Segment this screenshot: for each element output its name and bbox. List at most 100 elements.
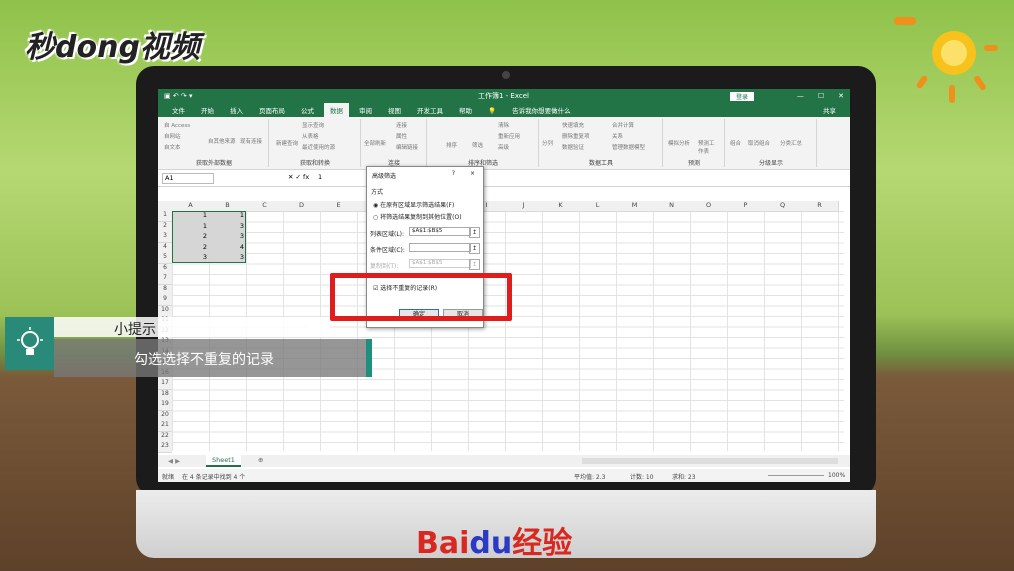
row-header[interactable]: 17 <box>158 379 172 390</box>
column-header[interactable]: O <box>690 201 728 212</box>
collapse-dialog-icon[interactable]: ↥ <box>469 227 480 238</box>
row-header[interactable]: 18 <box>158 389 172 401</box>
row-header[interactable]: 22 <box>158 431 172 443</box>
filter-button[interactable]: 筛选 <box>472 141 483 149</box>
tab-developer[interactable]: 开发工具 <box>411 103 449 117</box>
connections-button[interactable]: 连接 <box>396 121 407 129</box>
tab-data[interactable]: 数据 <box>324 103 349 117</box>
row-header[interactable]: 19 <box>158 400 172 411</box>
column-header[interactable]: E <box>320 201 358 212</box>
collapse-dialog-icon[interactable]: ↥ <box>469 259 480 270</box>
sort-button[interactable]: 排序 <box>446 141 457 149</box>
clear-button[interactable]: 清除 <box>498 121 509 129</box>
save-icon[interactable]: ▣ ↶ ↷ ▾ <box>164 92 193 100</box>
fx-icon[interactable]: ✕ ✓ fx <box>288 173 309 181</box>
column-header[interactable]: C <box>246 201 284 212</box>
table-cell[interactable]: 4 <box>209 243 246 253</box>
row-header[interactable]: 9 <box>158 295 172 306</box>
tab-home[interactable]: 开始 <box>195 103 220 117</box>
tab-page-layout[interactable]: 页面布局 <box>253 103 291 117</box>
zoom-slider[interactable] <box>768 475 824 476</box>
table-cell[interactable]: 1 <box>209 211 246 221</box>
data-validation-button[interactable]: 数据验证 <box>562 143 584 151</box>
manage-data-model-button[interactable]: 管理数据模型 <box>612 143 645 151</box>
advanced-button[interactable]: 高级 <box>498 143 509 151</box>
remove-duplicates-button[interactable]: 删除重复项 <box>562 132 590 140</box>
collapse-dialog-icon[interactable]: ↥ <box>469 243 480 254</box>
radio-copy-to[interactable]: ○ 将筛选结果复制到其他位置(O) <box>373 212 462 221</box>
flash-fill-button[interactable]: 快速填充 <box>562 121 584 129</box>
from-access-button[interactable]: 自 Access <box>164 121 190 129</box>
properties-button[interactable]: 属性 <box>396 132 407 140</box>
tab-review[interactable]: 审阅 <box>353 103 378 117</box>
radio-in-place[interactable]: ◉ 在原有区域显示筛选结果(F) <box>373 200 454 209</box>
criteria-range-input[interactable] <box>409 243 471 252</box>
table-cell[interactable]: 3 <box>209 253 246 263</box>
column-header[interactable]: N <box>653 201 691 212</box>
share-button[interactable]: 共享 <box>817 103 842 117</box>
column-header[interactable]: D <box>283 201 321 212</box>
tab-insert[interactable]: 插入 <box>224 103 249 117</box>
sheet-tab-sheet1[interactable]: Sheet1 <box>206 455 241 467</box>
row-header[interactable]: 6 <box>158 263 172 275</box>
show-queries-button[interactable]: 显示查询 <box>302 121 324 129</box>
help-icon[interactable]: ? <box>452 170 455 177</box>
text-to-columns-button[interactable]: 分列 <box>542 139 553 147</box>
maximize-icon[interactable]: ☐ <box>818 92 824 100</box>
column-header[interactable]: L <box>579 201 617 212</box>
tab-formulas[interactable]: 公式 <box>295 103 320 117</box>
row-header[interactable]: 1 <box>158 211 172 222</box>
existing-connections-button[interactable]: 现有连接 <box>240 137 262 145</box>
consolidate-button[interactable]: 合并计算 <box>612 121 634 129</box>
close-icon[interactable]: ✕ <box>838 92 844 100</box>
from-other-sources-button[interactable]: 自其他来源 <box>208 137 236 145</box>
row-header[interactable]: 5 <box>158 253 172 264</box>
table-cell[interactable]: 2 <box>172 232 209 242</box>
row-header[interactable]: 7 <box>158 274 172 285</box>
tab-file[interactable]: 文件 <box>166 103 191 117</box>
new-query-button[interactable]: 新建查询 <box>276 139 298 147</box>
sheet-nav-icon[interactable]: ◀ ▶ <box>168 457 180 465</box>
subtotal-button[interactable]: 分类汇总 <box>780 139 802 147</box>
table-cell[interactable]: 1 <box>172 222 209 232</box>
refresh-all-button[interactable]: 全部刷新 <box>364 139 386 147</box>
row-header[interactable]: 21 <box>158 421 172 432</box>
from-table-button[interactable]: 从表格 <box>302 132 319 140</box>
row-header[interactable]: 2 <box>158 221 172 233</box>
column-header[interactable]: R <box>801 201 839 212</box>
what-if-analysis-button[interactable]: 模拟分析 <box>668 139 690 147</box>
table-cell[interactable]: 1 <box>172 211 209 221</box>
list-range-input[interactable]: $A$1:$B$5 <box>409 227 471 236</box>
table-cell[interactable]: 3 <box>172 253 209 263</box>
forecast-sheet-button[interactable]: 预测工作表 <box>698 139 718 155</box>
table-cell[interactable]: 3 <box>209 222 246 232</box>
column-header[interactable]: M <box>616 201 654 212</box>
login-button[interactable]: 登录 <box>730 91 755 101</box>
ungroup-button[interactable]: 取消组合 <box>748 139 770 147</box>
zoom-level[interactable]: 100% <box>828 472 845 479</box>
from-text-button[interactable]: 自文本 <box>164 143 181 151</box>
tab-help[interactable]: 帮助 <box>453 103 478 117</box>
row-header[interactable]: 4 <box>158 242 172 254</box>
tab-view[interactable]: 视图 <box>382 103 407 117</box>
table-cell[interactable]: 2 <box>172 243 209 253</box>
dialog-close-icon[interactable]: × <box>470 170 475 177</box>
edit-links-button[interactable]: 编辑链接 <box>396 143 418 151</box>
column-header[interactable]: P <box>727 201 765 212</box>
row-header[interactable]: 8 <box>158 284 172 296</box>
group-button[interactable]: 组合 <box>730 139 741 147</box>
relationships-button[interactable]: 关系 <box>612 132 623 140</box>
copy-to-input[interactable]: $A$1:$B$5 <box>409 259 471 268</box>
tell-me-search[interactable]: 告诉我你想要做什么 <box>506 103 577 117</box>
row-header[interactable]: 23 <box>158 442 172 453</box>
row-header[interactable]: 20 <box>158 410 172 422</box>
row-header[interactable]: 3 <box>158 232 172 243</box>
from-web-button[interactable]: 自网站 <box>164 132 181 140</box>
formula-input[interactable]: 1 <box>318 173 322 181</box>
name-box[interactable]: A1 <box>162 173 214 184</box>
recent-sources-button[interactable]: 最近使用的源 <box>302 143 335 151</box>
column-header[interactable]: K <box>542 201 580 212</box>
minimize-icon[interactable]: — <box>797 92 804 100</box>
reapply-button[interactable]: 重新应用 <box>498 132 520 140</box>
add-sheet-icon[interactable]: ⊕ <box>258 456 263 464</box>
